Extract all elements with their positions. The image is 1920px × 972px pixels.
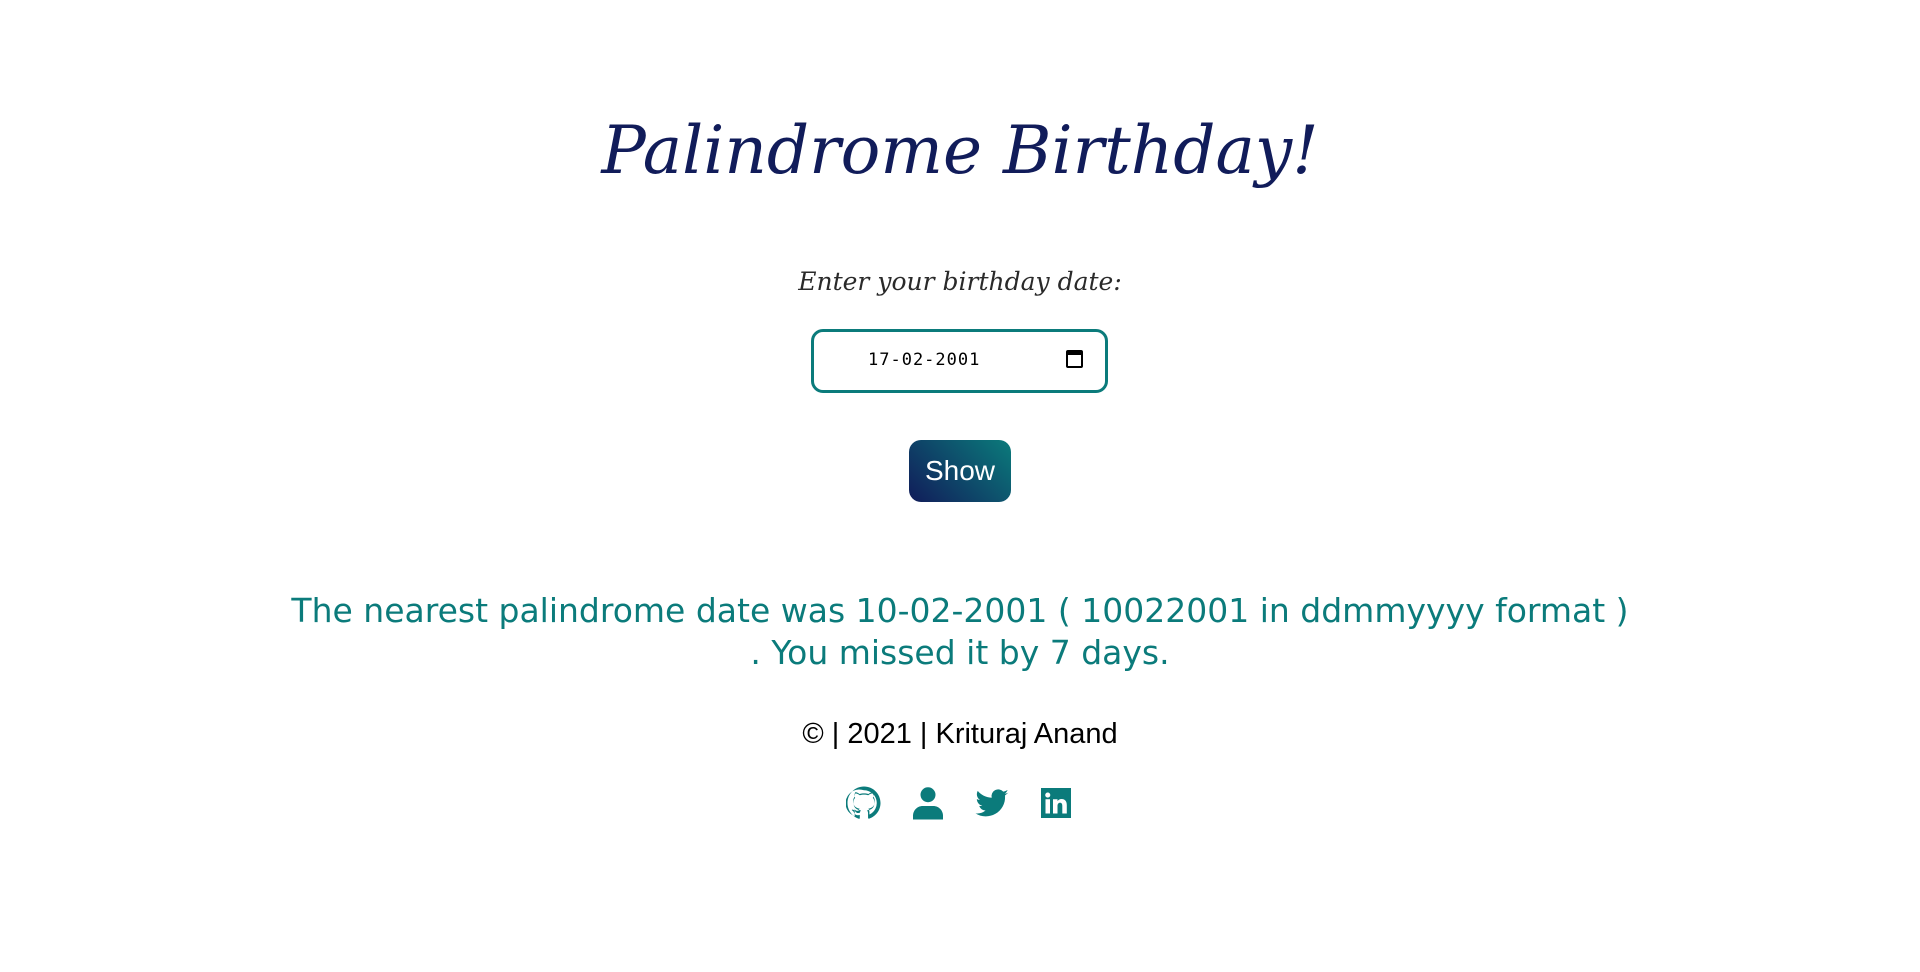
show-button[interactable]: Show (909, 440, 1011, 502)
twitter-icon (975, 789, 1009, 817)
result-line-1: The nearest palindrome date was 10-02-20… (291, 591, 1629, 630)
twitter-link[interactable] (974, 784, 1010, 822)
result-message: The nearest palindrome date was 10-02-20… (0, 590, 1920, 674)
result-line-2: . You missed it by 7 days. (750, 633, 1170, 672)
social-links (0, 784, 1920, 822)
birthday-date-input[interactable]: 17-02-2001 (811, 329, 1108, 393)
github-link[interactable] (845, 784, 882, 822)
user-icon (913, 787, 943, 820)
calendar-icon[interactable] (1066, 350, 1083, 368)
date-value: 17-02-2001 (868, 350, 981, 370)
page-title: Palindrome Birthday! (0, 112, 1920, 189)
github-icon (845, 786, 881, 819)
footer-copyright: © | 2021 | Krituraj Anand (802, 718, 1118, 750)
linkedin-link[interactable] (1038, 784, 1074, 822)
birthday-label: Enter your birthday date: (798, 267, 1122, 296)
linkedin-icon (1041, 788, 1071, 818)
portfolio-link[interactable] (910, 784, 946, 822)
